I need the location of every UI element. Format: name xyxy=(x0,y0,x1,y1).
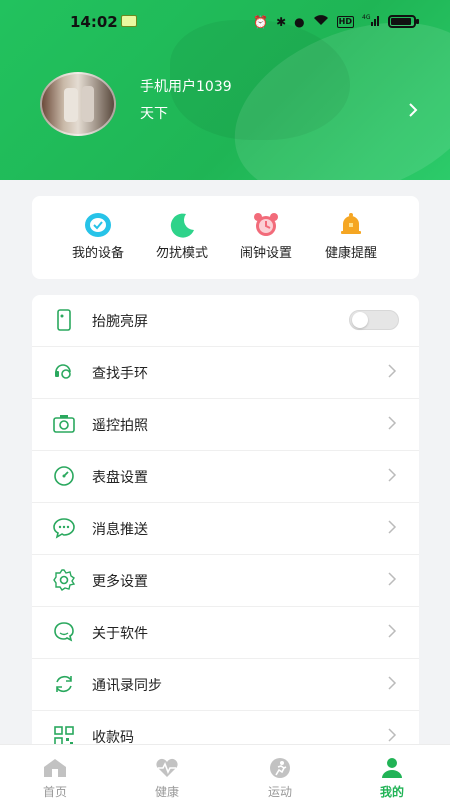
settings-item-label: 通讯录同步 xyxy=(92,678,162,694)
alarm-clock-icon xyxy=(251,212,281,238)
toggle-knob xyxy=(352,312,368,328)
moon-icon xyxy=(167,212,197,238)
settings-item-contacts-sync[interactable]: 通讯录同步 xyxy=(32,659,419,711)
tab-label: 首页 xyxy=(42,785,67,799)
chevron-right-icon xyxy=(387,466,397,484)
quick-action-health-reminder[interactable]: 健康提醒 xyxy=(306,212,396,261)
notification-app-icon xyxy=(121,15,137,27)
tab-mine[interactable]: 我的 xyxy=(352,757,432,800)
signal-icon: 4G xyxy=(362,14,380,29)
status-icons: ⏰ ✱ ● HD 4G xyxy=(253,14,419,29)
settings-item-message-push[interactable]: 消息推送 xyxy=(32,503,419,555)
find-band-icon xyxy=(52,360,76,384)
heart-rate-icon xyxy=(154,757,180,779)
settings-item-watchface[interactable]: 表盘设置 xyxy=(32,451,419,503)
tab-sports[interactable]: 运动 xyxy=(240,757,320,800)
wrist-raise-toggle[interactable] xyxy=(349,310,399,330)
wrist-raise-icon xyxy=(52,308,76,332)
tab-label: 健康 xyxy=(154,785,179,799)
chevron-right-icon xyxy=(387,726,397,744)
tab-label: 运动 xyxy=(267,785,292,799)
settings-item-remote-camera[interactable]: 遥控拍照 xyxy=(32,399,419,451)
settings-item-label: 遥控拍照 xyxy=(92,418,148,434)
settings-item-label: 抬腕亮屏 xyxy=(92,314,148,330)
info-icon xyxy=(52,620,76,644)
status-bar: 14:02 ⏰ ✱ ● HD 4G xyxy=(0,0,450,44)
message-icon xyxy=(52,516,76,540)
avatar-photo-detail-2 xyxy=(82,86,94,122)
quick-action-label: 勿扰模式 xyxy=(155,246,208,261)
bell-icon xyxy=(336,212,366,238)
quick-action-alarm[interactable]: 闹钟设置 xyxy=(221,212,311,261)
settings-item-find-band[interactable]: 查找手环 xyxy=(32,347,419,399)
running-icon xyxy=(267,757,293,779)
settings-item-label: 更多设置 xyxy=(92,574,148,590)
quick-actions-card: 我的设备 勿扰模式 闹钟设置 健康提醒 xyxy=(32,196,419,279)
tab-home[interactable]: 首页 xyxy=(15,757,95,800)
settings-item-label: 表盘设置 xyxy=(92,470,148,486)
tab-health[interactable]: 健康 xyxy=(127,757,207,800)
quick-action-label: 闹钟设置 xyxy=(239,246,292,261)
chevron-right-icon xyxy=(387,622,397,640)
person-icon xyxy=(379,757,405,779)
settings-item-wrist-raise[interactable]: 抬腕亮屏 xyxy=(32,295,419,347)
alarm-status-icon: ⏰ xyxy=(253,14,269,29)
watch-dial-icon xyxy=(83,212,113,238)
bluetooth-icon: ✱ xyxy=(276,14,287,29)
gear-icon xyxy=(52,568,76,592)
settings-item-about[interactable]: 关于软件 xyxy=(32,607,419,659)
quick-action-my-device[interactable]: 我的设备 xyxy=(53,212,143,261)
watchface-icon xyxy=(52,464,76,488)
battery-icon xyxy=(388,15,419,28)
avatar-photo-detail xyxy=(64,88,78,122)
chevron-right-icon xyxy=(387,362,397,380)
tab-label: 我的 xyxy=(379,785,404,799)
quick-action-dnd[interactable]: 勿扰模式 xyxy=(137,212,227,261)
chevron-right-icon xyxy=(387,674,397,692)
settings-item-more-settings[interactable]: 更多设置 xyxy=(32,555,419,607)
avatar[interactable] xyxy=(40,72,116,136)
chevron-right-icon xyxy=(387,414,397,432)
home-icon xyxy=(42,757,68,779)
location-icon: ● xyxy=(294,14,305,29)
settings-item-label: 查找手环 xyxy=(92,366,148,382)
camera-icon xyxy=(52,412,76,436)
settings-list: 抬腕亮屏 查找手环 遥控拍照 表盘设置 消息推送 更多设置 关于软件 通讯录同步… xyxy=(32,295,419,755)
network-type: 4G xyxy=(362,14,371,21)
status-time: 14:02 xyxy=(70,13,118,31)
quick-action-label: 我的设备 xyxy=(71,246,124,261)
settings-item-label: 关于软件 xyxy=(92,626,148,642)
bottom-tab-bar: 首页 健康 运动 我的 xyxy=(0,744,450,800)
sync-icon xyxy=(52,672,76,696)
chevron-right-icon xyxy=(387,570,397,588)
hd-icon: HD xyxy=(336,15,354,28)
username[interactable]: 手机用户1039 xyxy=(140,76,232,96)
settings-item-label: 消息推送 xyxy=(92,522,148,538)
wifi-icon xyxy=(313,14,329,29)
battery-fill xyxy=(391,18,412,25)
profile-chevron-right-icon[interactable] xyxy=(408,102,418,123)
quick-action-label: 健康提醒 xyxy=(324,246,377,261)
chevron-right-icon xyxy=(387,518,397,536)
user-location: 天下 xyxy=(140,106,168,122)
